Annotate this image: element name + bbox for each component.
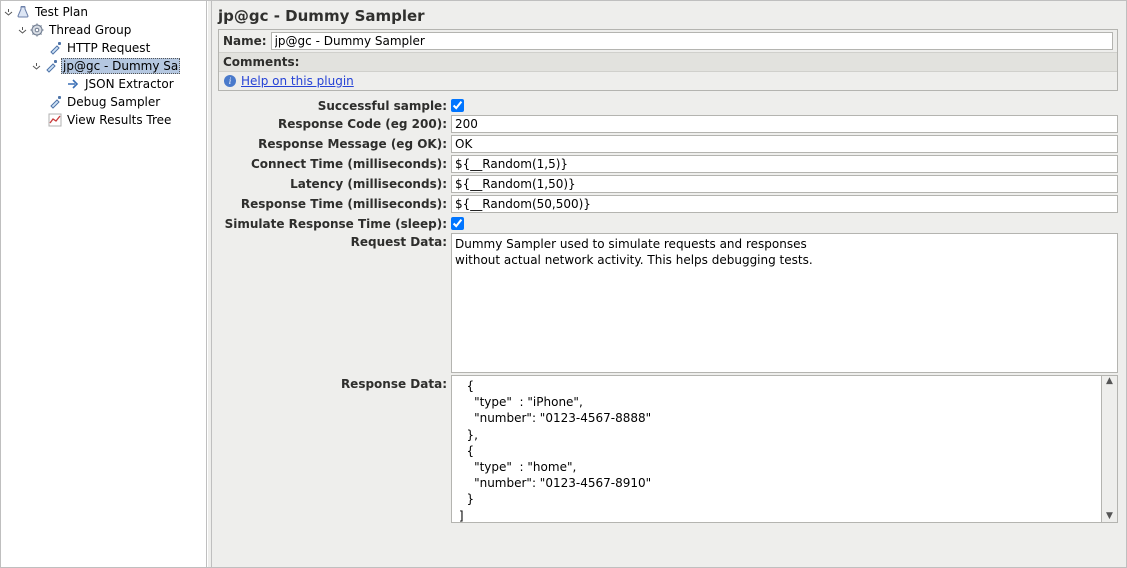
tree-node-thread-group[interactable]: Thread Group	[3, 21, 206, 39]
response-message-label: Response Message (eg OK):	[218, 135, 451, 151]
pipette-icon	[47, 40, 63, 56]
tree-node-dummy-sampler[interactable]: jp@gc - Dummy Sa	[3, 57, 206, 75]
connect-time-input[interactable]	[451, 155, 1118, 173]
sampler-config-panel: jp@gc - Dummy Sampler Name: Comments: i …	[212, 1, 1126, 567]
form-area: Successful sample: Response Code (eg 200…	[218, 91, 1118, 563]
scroll-up-icon[interactable]: ▲	[1106, 377, 1113, 386]
request-data-textarea[interactable]	[451, 233, 1118, 373]
tree-node-debug-sampler[interactable]: Debug Sampler	[3, 93, 206, 111]
latency-label: Latency (milliseconds):	[218, 175, 451, 191]
response-data-label: Response Data:	[218, 375, 451, 391]
response-data-scrollbar[interactable]: ▲ ▼	[1102, 375, 1118, 523]
test-plan-tree[interactable]: Test Plan Thread Group HTTP Request	[1, 1, 207, 567]
scroll-down-icon[interactable]: ▼	[1106, 512, 1113, 521]
response-data-textarea[interactable]	[451, 375, 1102, 523]
collapse-icon[interactable]	[31, 61, 41, 71]
tree-node-view-results-tree[interactable]: View Results Tree	[3, 111, 206, 129]
response-message-input[interactable]	[451, 135, 1118, 153]
panel-title: jp@gc - Dummy Sampler	[218, 7, 1118, 29]
successful-sample-checkbox[interactable]	[451, 99, 464, 112]
latency-input[interactable]	[451, 175, 1118, 193]
gear-icon	[29, 22, 45, 38]
request-data-label: Request Data:	[218, 233, 451, 249]
response-time-label: Response Time (milliseconds):	[218, 195, 451, 211]
tree-node-http-request[interactable]: HTTP Request	[3, 39, 206, 57]
pipette-icon	[43, 58, 59, 74]
successful-sample-label: Successful sample:	[218, 97, 451, 113]
simulate-sleep-checkbox[interactable]	[451, 217, 464, 230]
tree-label: Debug Sampler	[65, 95, 162, 109]
tree-label: Test Plan	[33, 5, 90, 19]
tree-label: JSON Extractor	[83, 77, 176, 91]
chart-icon	[47, 112, 63, 128]
info-icon: i	[223, 74, 237, 88]
connect-time-label: Connect Time (milliseconds):	[218, 155, 451, 171]
tree-label: HTTP Request	[65, 41, 152, 55]
simulate-sleep-label: Simulate Response Time (sleep):	[218, 215, 451, 231]
tree-label: jp@gc - Dummy Sa	[61, 58, 180, 74]
response-time-input[interactable]	[451, 195, 1118, 213]
app-window: Test Plan Thread Group HTTP Request	[0, 0, 1127, 568]
collapse-icon[interactable]	[3, 7, 13, 17]
tree-node-test-plan[interactable]: Test Plan	[3, 3, 206, 21]
pipette-icon	[47, 94, 63, 110]
flask-icon	[15, 4, 31, 20]
tree-label: Thread Group	[47, 23, 133, 37]
header-box: Name: Comments: i Help on this plugin	[218, 29, 1118, 91]
response-code-label: Response Code (eg 200):	[218, 115, 451, 131]
arrow-right-icon	[65, 76, 81, 92]
name-label: Name:	[223, 34, 267, 48]
name-input[interactable]	[271, 32, 1113, 50]
comments-label: Comments:	[219, 52, 1117, 72]
response-code-input[interactable]	[451, 115, 1118, 133]
collapse-icon[interactable]	[17, 25, 27, 35]
tree-node-json-extractor[interactable]: JSON Extractor	[3, 75, 206, 93]
help-link[interactable]: Help on this plugin	[241, 74, 354, 88]
tree-label: View Results Tree	[65, 113, 173, 127]
